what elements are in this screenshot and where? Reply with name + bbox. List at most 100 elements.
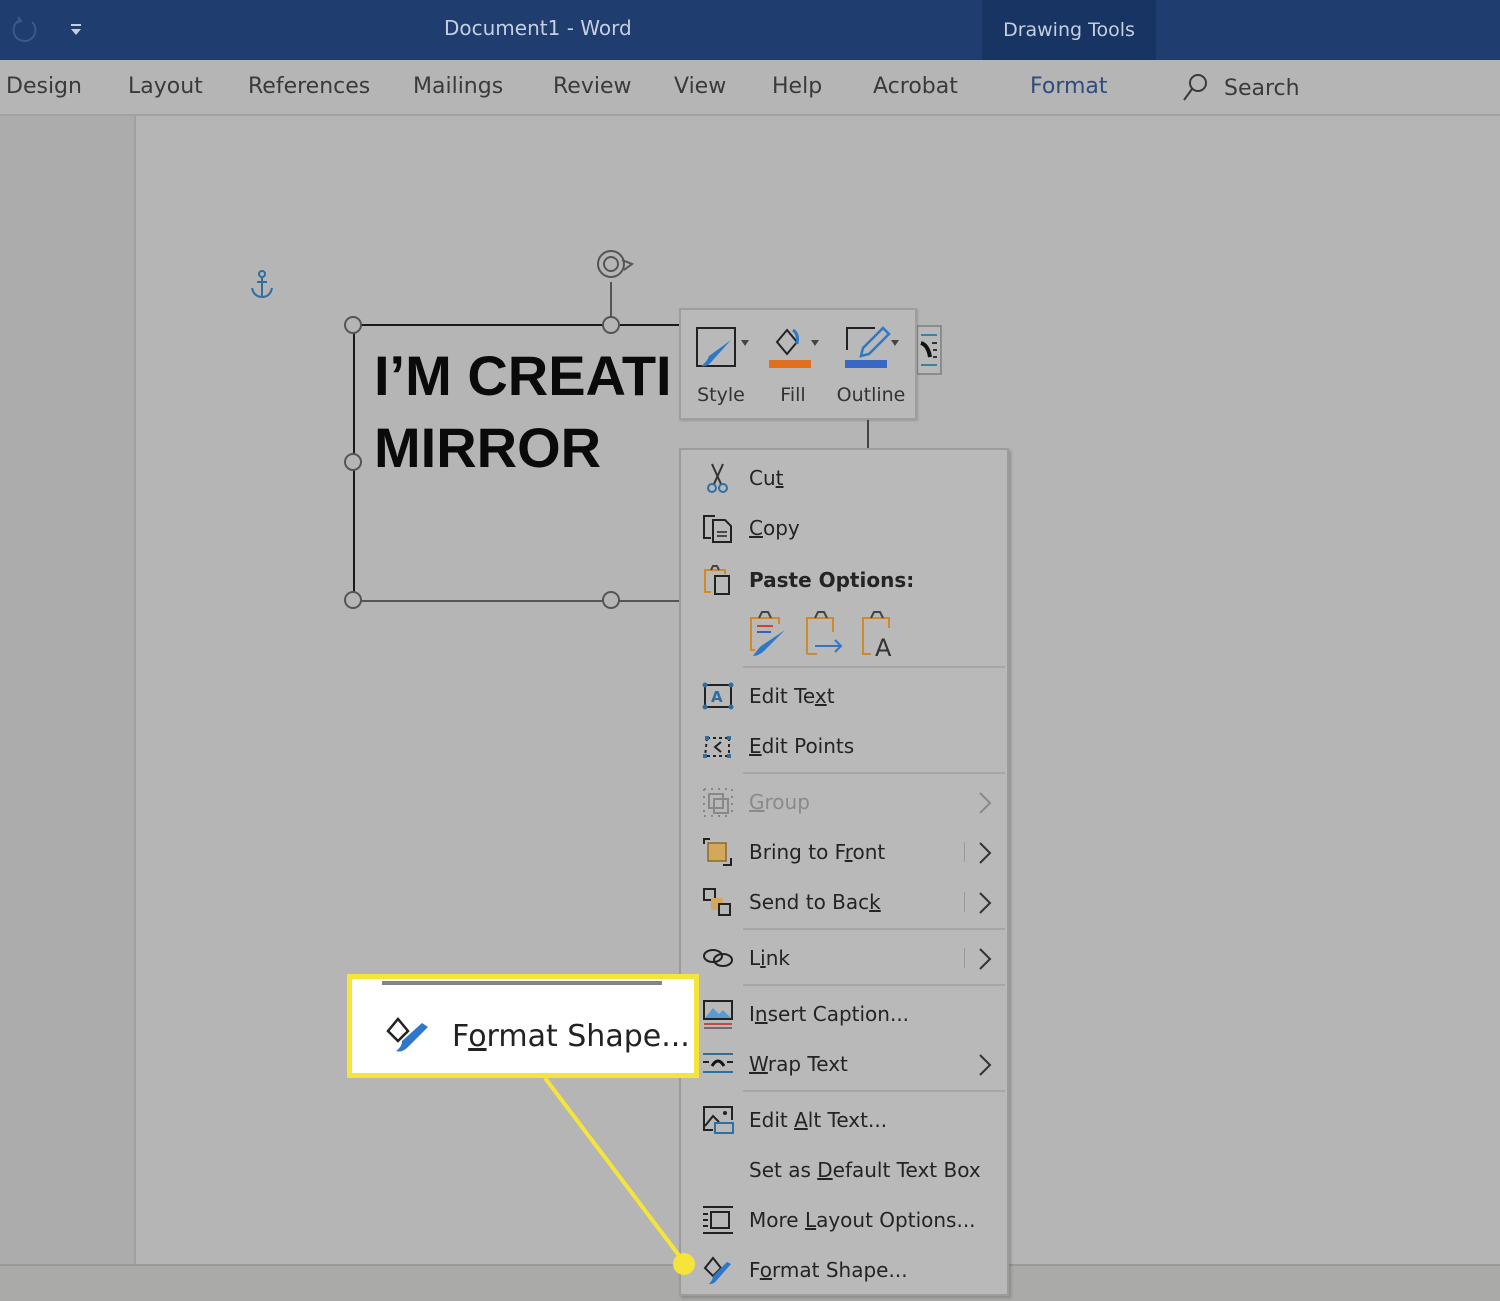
chevron-right-icon[interactable] (977, 890, 993, 916)
menu-separator (743, 1090, 1005, 1092)
wrap-text-icon (703, 1053, 733, 1073)
left-margin-area (0, 116, 136, 1264)
group-icon (703, 788, 733, 817)
rotate-handle-icon[interactable] (592, 244, 636, 284)
customize-quick-access-icon[interactable] (68, 18, 84, 40)
outline-pen-icon (845, 326, 899, 368)
callout-label: Format Shape... (452, 1019, 690, 1054)
paste-options-label: Paste Options: (749, 568, 915, 592)
document-title: Document1 - Word (444, 16, 632, 40)
style-button[interactable]: Style (685, 320, 757, 414)
menu-item-send-to-back[interactable]: Send to Back (681, 878, 1007, 924)
search-label: Search (1224, 75, 1300, 101)
menu-separator (743, 984, 1005, 986)
menu-item-group[interactable]: Group (681, 778, 1007, 824)
submenu-divider (964, 842, 965, 862)
merge-formatting-icon[interactable] (805, 610, 845, 658)
copy-icon (703, 515, 732, 543)
title-bar: Document1 - Word Drawing Tools (0, 0, 1500, 60)
menu-separator (743, 772, 1005, 774)
menu-separator (743, 666, 1005, 668)
tab-acrobat[interactable]: Acrobat (873, 74, 958, 99)
style-label: Style (697, 384, 745, 406)
resize-handle-middle-left[interactable] (344, 453, 362, 471)
chevron-right-icon[interactable] (977, 946, 993, 972)
search-box[interactable]: Search (1180, 72, 1300, 104)
tab-format[interactable]: Format (1030, 74, 1108, 99)
search-icon (1183, 74, 1207, 101)
menu-item-label: Send to Back (749, 890, 881, 914)
ribbon-tabs: Design Layout References Mailings Review… (0, 60, 1500, 116)
resize-handle-bottom-left[interactable] (344, 591, 362, 609)
menu-item-edit-alt-text[interactable]: Edit Alt Text... (681, 1096, 1007, 1142)
anchor-icon[interactable] (248, 268, 276, 302)
resize-handle-top-middle[interactable] (602, 316, 620, 334)
menu-item-edit-text[interactable]: A Edit Text (681, 672, 1007, 718)
resize-handle-top-left[interactable] (344, 316, 362, 334)
menu-item-label: Copy (749, 516, 800, 540)
paste-icon (704, 565, 730, 595)
insert-caption-icon (703, 1000, 733, 1029)
tab-mailings[interactable]: Mailings (413, 74, 503, 99)
submenu-divider (964, 892, 965, 912)
callout-cropped-edge (382, 981, 662, 985)
layout-options-icon (920, 334, 937, 366)
chevron-right-icon[interactable] (977, 840, 993, 866)
menu-item-link[interactable]: Link (681, 934, 1007, 980)
edit-text-icon: A (702, 682, 734, 710)
mini-toolbar: Style Fill Outline (679, 308, 917, 420)
menu-item-label: Group (749, 790, 810, 814)
fill-label: Fill (780, 384, 806, 406)
menu-item-copy[interactable]: Copy (681, 504, 1007, 550)
menu-item-bring-to-front[interactable]: Bring to Front (681, 828, 1007, 874)
menu-item-label: Wrap Text (749, 1052, 848, 1076)
format-shape-icon (386, 1017, 428, 1052)
tab-view[interactable]: View (674, 74, 726, 99)
keep-source-formatting-icon[interactable] (749, 610, 789, 658)
tab-design[interactable]: Design (6, 74, 82, 99)
menu-item-label: Insert Caption... (749, 1002, 910, 1026)
layout-options-button[interactable] (916, 325, 942, 375)
drawing-tools-context-tab: Drawing Tools (982, 0, 1156, 60)
paste-options-row: A (749, 610, 901, 662)
bring-to-front-icon (703, 838, 732, 866)
menu-connector-line (867, 420, 869, 448)
menu-separator (743, 928, 1005, 930)
fill-button[interactable]: Fill (757, 320, 829, 414)
format-shape-icon (703, 1256, 731, 1285)
menu-item-cut[interactable]: Cut (681, 454, 1007, 500)
resize-handle-bottom-middle[interactable] (602, 591, 620, 609)
text-box-content[interactable]: I’M CREATI MIRROR (374, 340, 672, 484)
menu-item-label: Format Shape... (749, 1258, 908, 1282)
text-box-bottom-border (355, 600, 695, 602)
shape-style-icon (696, 327, 749, 367)
tab-review[interactable]: Review (553, 74, 632, 99)
menu-item-insert-caption[interactable]: Insert Caption... (681, 990, 1007, 1036)
menu-item-label: Link (749, 946, 790, 970)
menu-item-paste-options: Paste Options: (681, 556, 1007, 602)
tab-references[interactable]: References (248, 74, 370, 99)
layout-options-icon (703, 1206, 733, 1234)
tab-help[interactable]: Help (772, 74, 822, 99)
menu-item-set-default-text-box[interactable]: Set as Default Text Box (681, 1146, 1007, 1192)
text-box-shape[interactable]: I’M CREATI MIRROR (353, 324, 695, 602)
redo-icon[interactable] (10, 14, 40, 44)
chevron-right-icon[interactable] (977, 1052, 993, 1078)
menu-item-label: Cut (749, 466, 784, 490)
menu-item-label: Edit Alt Text... (749, 1108, 888, 1132)
submenu-divider (964, 948, 965, 968)
scissors-icon (707, 463, 728, 493)
svg-text:A: A (711, 688, 723, 706)
menu-item-more-layout-options[interactable]: More Layout Options... (681, 1196, 1007, 1242)
menu-item-label: Set as Default Text Box (749, 1158, 981, 1182)
menu-item-edit-points[interactable]: Edit Points (681, 722, 1007, 768)
rotation-stem (610, 282, 612, 318)
keep-text-only-icon[interactable]: A (861, 610, 901, 658)
tab-layout[interactable]: Layout (128, 74, 203, 99)
menu-item-format-shape[interactable]: Format Shape... (681, 1246, 1007, 1292)
edit-points-icon (703, 736, 731, 758)
menu-item-wrap-text[interactable]: Wrap Text (681, 1040, 1007, 1086)
send-to-back-icon (703, 888, 731, 916)
outline-button[interactable]: Outline (831, 320, 911, 414)
link-icon (703, 949, 733, 967)
